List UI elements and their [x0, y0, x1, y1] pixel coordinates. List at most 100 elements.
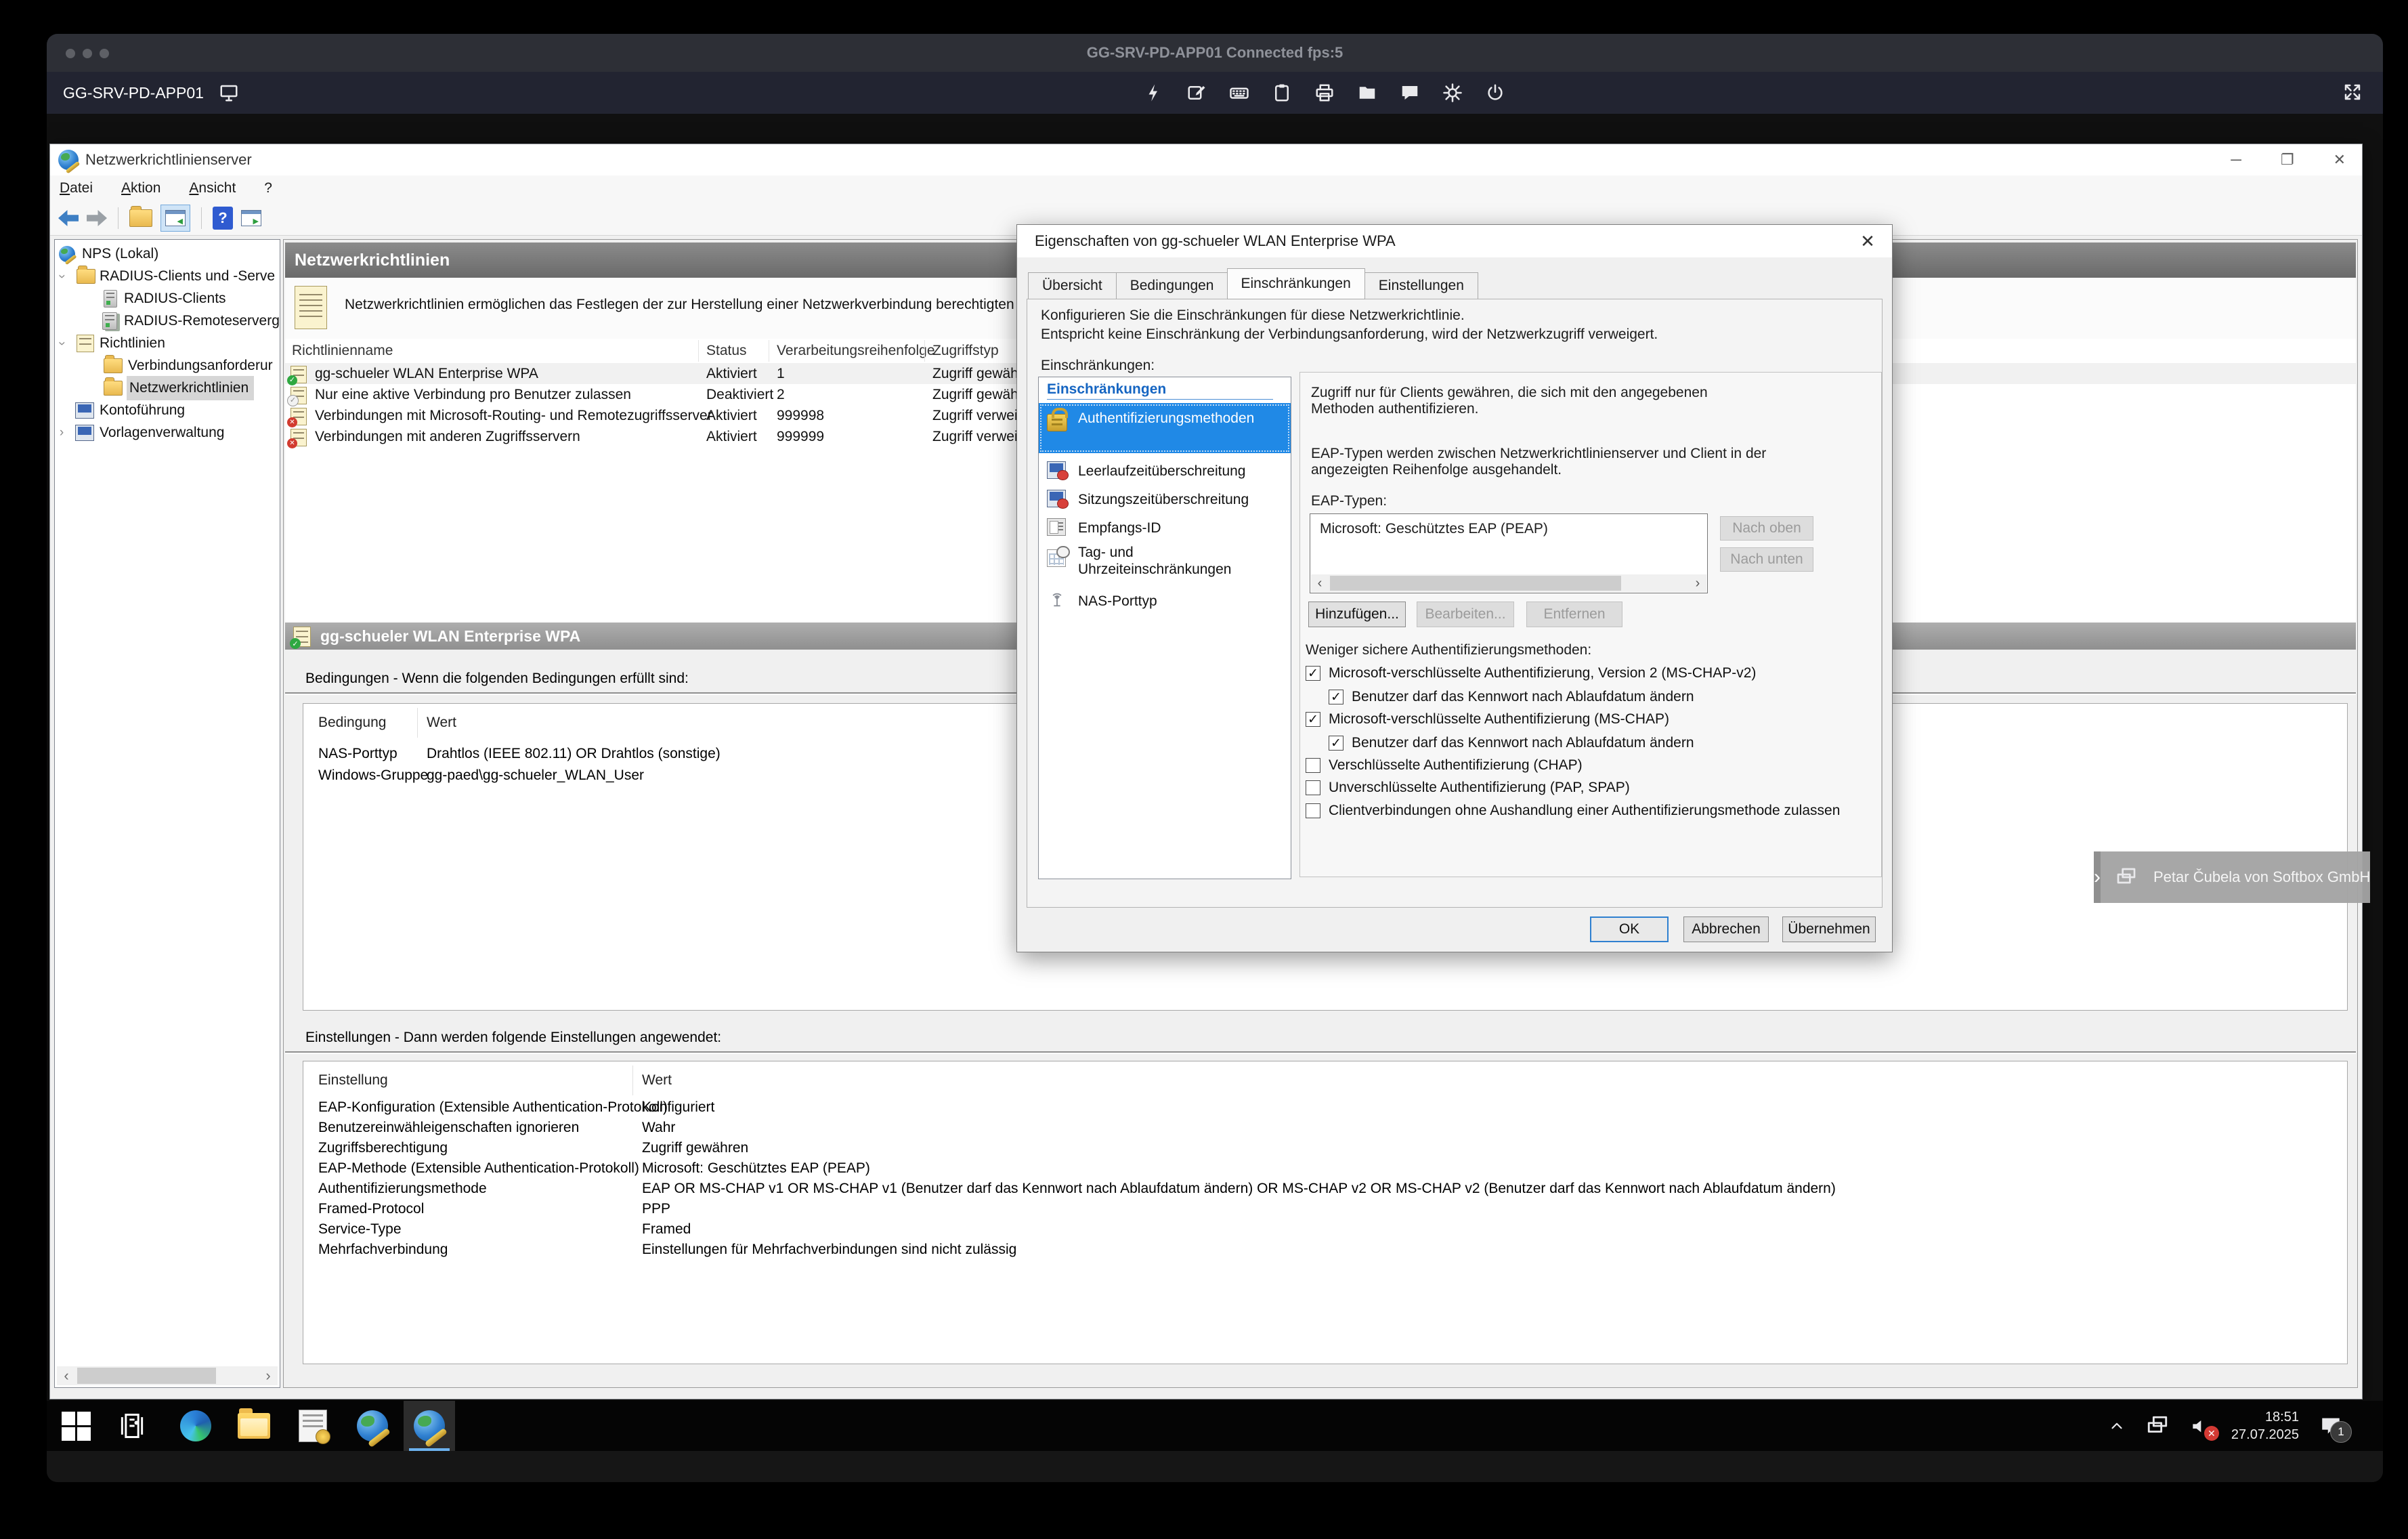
constraint-authentifizierungsmethoden[interactable]: Authentifizierungsmethoden	[1039, 403, 1291, 453]
close-icon[interactable]: ✕	[2334, 152, 2346, 167]
show-tree-icon[interactable]	[129, 209, 152, 227]
checkbox-icon[interactable]: ✓	[1329, 736, 1343, 751]
constraint-tag-uhrzeit[interactable]: Tag- und Uhrzeiteinschränkungen	[1039, 541, 1291, 585]
bolt-icon[interactable]	[1144, 83, 1164, 103]
close-dot[interactable]	[66, 49, 75, 58]
checkbox-mschap-v2[interactable]: ✓ Microsoft-verschlüsselte Authentifizie…	[1306, 665, 1756, 681]
nps-titlebar[interactable]: Netzwerkrichtlinienserver ─ ❐ ✕	[50, 144, 2362, 175]
col-status[interactable]: Status	[706, 339, 747, 363]
window-traffic-lights[interactable]	[66, 49, 109, 58]
tree-item-verbindungsanforderung[interactable]: Verbindungsanforderur	[55, 354, 280, 377]
eap-type-item[interactable]: Microsoft: Geschütztes EAP (PEAP)	[1320, 521, 1548, 537]
folder-icon[interactable]	[1357, 83, 1377, 103]
tree-item-radius-remoteserver[interactable]: RADIUS-Remoteserverg	[55, 310, 280, 332]
console-pane-toggle[interactable]	[160, 205, 190, 232]
tree-horizontal-scrollbar[interactable]: ‹ ›	[57, 1366, 278, 1385]
checkbox-icon[interactable]: ✓	[1306, 803, 1320, 818]
tree-item-kontofuehrung[interactable]: Kontoführung	[55, 399, 280, 421]
chevron-up-icon[interactable]	[2108, 1417, 2126, 1435]
scrollbar-thumb[interactable]	[77, 1368, 216, 1384]
tab-bedingungen[interactable]: Bedingungen	[1116, 272, 1228, 299]
menu-aktion[interactable]: Aktion	[121, 180, 175, 196]
remove-button[interactable]: Entfernen	[1526, 602, 1622, 627]
chevron-collapsed-icon[interactable]: ›	[55, 425, 68, 440]
new-window-icon[interactable]	[241, 210, 261, 226]
ok-button[interactable]: OK	[1590, 916, 1669, 942]
compose-icon[interactable]	[1186, 83, 1207, 103]
power-icon[interactable]	[1485, 83, 1505, 103]
menu-datei[interactable]: Datei	[60, 180, 108, 196]
apply-button[interactable]: Übernehmen	[1782, 916, 1876, 942]
close-icon[interactable]: ✕	[1854, 229, 1881, 253]
col-zugriffstyp[interactable]: Zugriffstyp	[932, 339, 999, 363]
tree-item-vorlagenverwaltung[interactable]: › Vorlagenverwaltung	[55, 421, 280, 444]
checkbox-icon[interactable]: ✓	[1306, 780, 1320, 795]
minimize-icon[interactable]: ─	[2231, 152, 2241, 167]
tree-item-radius-clients[interactable]: RADIUS-Clients	[55, 287, 280, 310]
chevron-expanded-icon[interactable]: ›	[54, 337, 69, 350]
checkbox-mschap[interactable]: ✓ Microsoft-verschlüsselte Authentifizie…	[1306, 711, 1669, 728]
menu-hilfe[interactable]: ?	[264, 180, 287, 196]
checkbox-no-negotiation[interactable]: ✓ Clientverbindungen ohne Aushandlung ei…	[1306, 803, 1840, 819]
nps-button[interactable]	[347, 1401, 398, 1451]
start-button[interactable]	[50, 1401, 102, 1451]
chevron-expanded-icon[interactable]: ›	[54, 270, 69, 283]
eap-types-listbox[interactable]: Microsoft: Geschütztes EAP (PEAP) ‹ ›	[1310, 513, 1708, 593]
printer-icon[interactable]	[1314, 83, 1335, 103]
constraint-sitzungszeit[interactable]: Sitzungszeitüberschreitung	[1039, 487, 1291, 514]
checkbox-mschap-v2-pwchange[interactable]: ✓ Benutzer darf das Kennwort nach Ablauf…	[1329, 689, 1694, 705]
restore-icon[interactable]: ❐	[2281, 152, 2294, 167]
col-richtlinienname[interactable]: Richtlinienname	[292, 339, 393, 363]
tab-einschraenkungen[interactable]: Einschränkungen	[1227, 268, 1365, 299]
help-icon[interactable]: ?	[213, 207, 233, 230]
cancel-button[interactable]: Abbrechen	[1683, 916, 1769, 942]
edit-button[interactable]: Bearbeiten...	[1417, 602, 1514, 627]
tab-einstellungen[interactable]: Einstellungen	[1364, 272, 1478, 299]
zoom-dot[interactable]	[100, 49, 109, 58]
constraint-leerlaufzeit[interactable]: Leerlaufzeitüberschreitung	[1039, 459, 1291, 486]
explorer-button[interactable]	[228, 1401, 280, 1451]
certmgr-button[interactable]	[287, 1401, 339, 1451]
minimize-dot[interactable]	[83, 49, 92, 58]
tree-item-radius-clients-server[interactable]: › RADIUS-Clients und -Serve	[55, 265, 280, 287]
add-button[interactable]: Hinzufügen...	[1308, 602, 1406, 627]
move-down-button[interactable]: Nach unten	[1720, 547, 1813, 572]
eap-horizontal-scrollbar[interactable]: ‹ ›	[1311, 574, 1706, 592]
checkbox-pap-spap[interactable]: ✓ Unverschlüsselte Authentifizierung (PA…	[1306, 780, 1630, 796]
scrollbar-thumb[interactable]	[1330, 576, 1621, 591]
checkbox-chap[interactable]: ✓ Verschlüsselte Authentifizierung (CHAP…	[1306, 757, 1583, 774]
tree-item-richtlinien[interactable]: › Richtlinien	[55, 332, 280, 354]
tray-clock[interactable]: 18:51 27.07.2025	[2231, 1408, 2299, 1443]
remote-host[interactable]: GG-SRV-PD-APP01	[63, 72, 239, 114]
tab-uebersicht[interactable]: Übersicht	[1028, 272, 1116, 299]
notification-toast[interactable]: › Petar Čubela von Softbox GmbH	[2094, 851, 2366, 903]
constraint-empfangs-id[interactable]: Empfangs-ID	[1039, 515, 1291, 543]
scroll-left-icon[interactable]: ‹	[1311, 574, 1329, 592]
chat-icon[interactable]	[1400, 83, 1420, 103]
gear-icon[interactable]	[1442, 83, 1463, 103]
back-icon[interactable]	[58, 210, 79, 226]
checkbox-icon[interactable]: ✓	[1306, 758, 1320, 773]
move-up-button[interactable]: Nach oben	[1720, 516, 1813, 541]
keyboard-icon[interactable]	[1229, 83, 1249, 103]
scroll-right-icon[interactable]: ›	[1689, 574, 1706, 592]
fullscreen-icon[interactable]	[2342, 82, 2363, 102]
edge-button[interactable]	[170, 1401, 221, 1451]
col-verarbeitungsreihenfolge[interactable]: Verarbeitungsreihenfolge	[777, 339, 935, 363]
network-icon[interactable]	[2146, 1414, 2169, 1437]
action-center-icon[interactable]: 1	[2319, 1414, 2342, 1437]
checkbox-mschap-pwchange[interactable]: ✓ Benutzer darf das Kennwort nach Ablauf…	[1329, 735, 1694, 751]
constraint-nas-porttyp[interactable]: NAS-Porttyp	[1039, 589, 1291, 616]
taskview-button[interactable]	[106, 1401, 158, 1451]
dialog-titlebar[interactable]: Eigenschaften von gg-schueler WLAN Enter…	[1017, 225, 1892, 257]
menu-ansicht[interactable]: Ansicht	[189, 180, 251, 196]
speaker-muted-icon[interactable]: ✕	[2189, 1415, 2211, 1437]
tree-item-nps-root[interactable]: NPS (Lokal)	[55, 243, 280, 265]
clipboard-icon[interactable]	[1272, 83, 1292, 103]
tree-item-netzwerkrichtlinien[interactable]: Netzwerkrichtlinien	[55, 377, 280, 399]
checkbox-icon[interactable]: ✓	[1329, 690, 1343, 704]
nps-button-active[interactable]	[404, 1401, 455, 1451]
toast-expand-chevron-icon[interactable]: ›	[2094, 851, 2101, 903]
checkbox-icon[interactable]: ✓	[1306, 666, 1320, 681]
forward-icon[interactable]	[87, 210, 107, 226]
